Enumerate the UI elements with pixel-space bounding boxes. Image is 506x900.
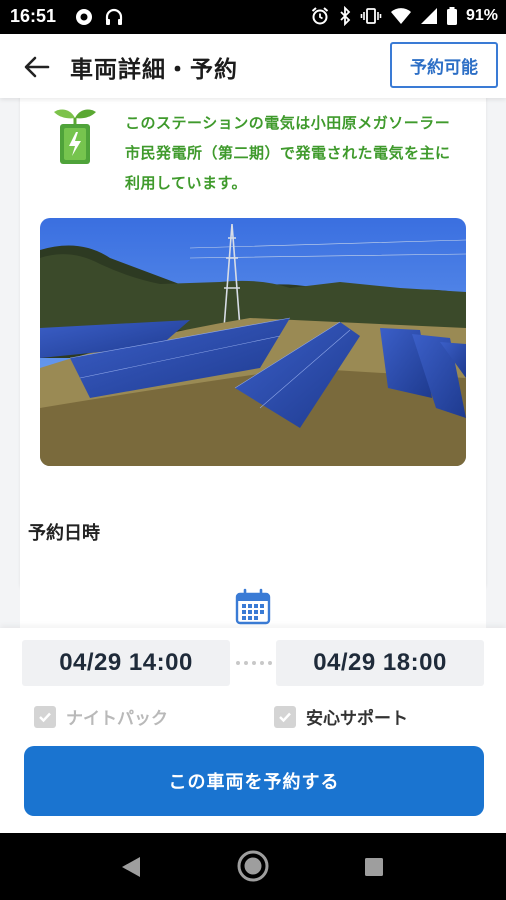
nav-recents-icon[interactable] <box>364 857 384 877</box>
status-bar: 16:51 91% <box>0 0 506 34</box>
battery-percent: 91% <box>465 7 498 24</box>
record-icon <box>76 9 92 25</box>
battery-icon <box>446 7 457 25</box>
reservation-datetime-label: 予約日時 <box>20 518 108 550</box>
headphones-icon <box>105 8 123 25</box>
bluetooth-icon <box>340 6 351 26</box>
scroll-content[interactable]: このステーションの電気は小田原メガソーラー市民発電所（第二期）で発電された電気を… <box>0 98 506 628</box>
status-time: 16:51 <box>10 6 57 26</box>
system-nav-bar <box>0 833 506 900</box>
checkbox-icon[interactable] <box>34 705 56 728</box>
range-connector <box>236 661 272 665</box>
alarm-icon <box>311 7 329 25</box>
page-title: 車両詳細・予約 <box>70 57 238 83</box>
signal-icon <box>420 8 437 24</box>
safety-support-option[interactable]: 安心サポート <box>274 704 408 729</box>
nav-home-icon[interactable] <box>236 849 270 883</box>
end-datetime[interactable]: 04/29 18:00 <box>276 640 484 686</box>
reserve-vehicle-button[interactable]: この車両を予約する <box>24 746 484 816</box>
nav-back-icon[interactable] <box>120 855 142 879</box>
app-bar: 車両詳細・予約 予約可能 <box>0 34 506 98</box>
solar-farm-photo <box>40 218 466 466</box>
start-datetime[interactable]: 04/29 14:00 <box>22 640 230 686</box>
wifi-icon <box>390 8 411 24</box>
calendar-icon[interactable] <box>234 588 272 626</box>
safety-support-label: 安心サポート <box>306 709 408 729</box>
back-arrow-icon[interactable] <box>20 50 54 84</box>
eco-energy-icon <box>54 109 96 164</box>
checkbox-icon[interactable] <box>274 705 296 728</box>
availability-badge: 予約可能 <box>390 42 498 88</box>
vibrate-icon <box>360 8 382 24</box>
station-energy-text: このステーションの電気は小田原メガソーラー市民発電所（第二期）で発電された電気を… <box>125 114 451 192</box>
datetime-card <box>20 556 486 628</box>
night-pack-option[interactable]: ナイトパック <box>34 704 168 729</box>
night-pack-label: ナイトパック <box>66 709 168 729</box>
reservation-panel: 04/29 14:00 04/29 18:00 ナイトパック 安心サポート この… <box>0 628 506 833</box>
